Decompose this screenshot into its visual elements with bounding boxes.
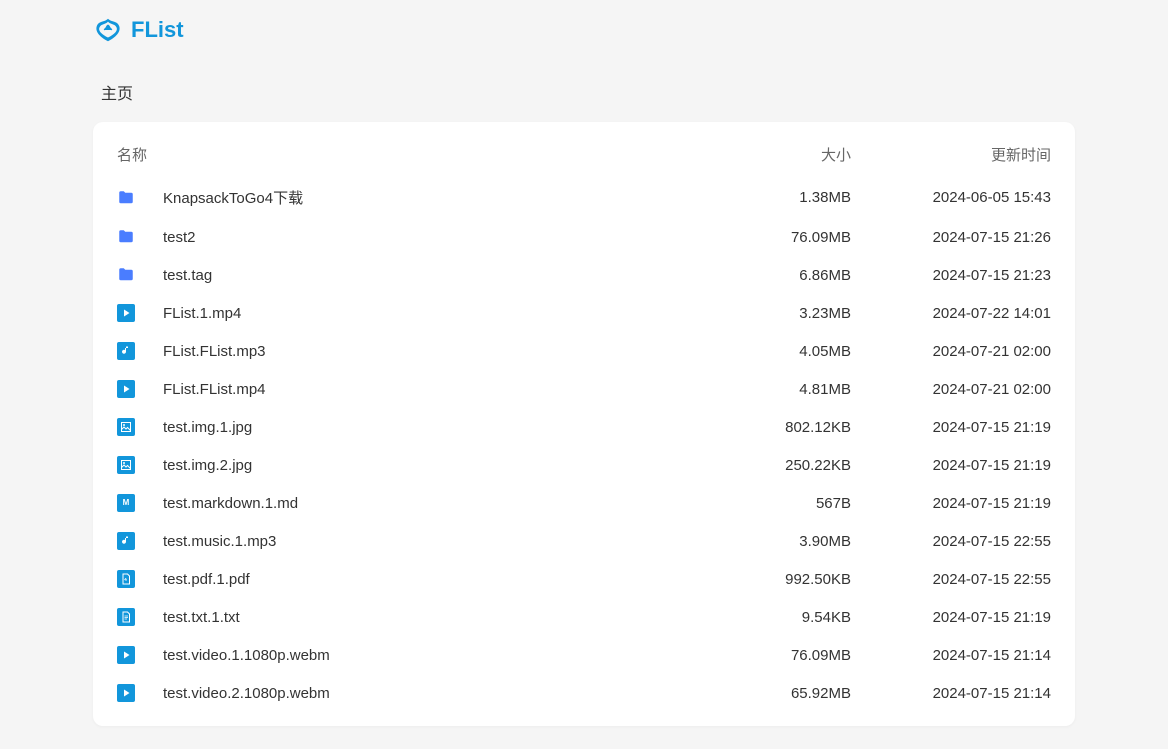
file-name: KnapsackToGo4下载 bbox=[163, 187, 303, 208]
file-size: 76.09MB bbox=[691, 647, 851, 664]
file-row[interactable]: FList.FList.mp3 4.05MB2024-07-21 02:00 bbox=[117, 332, 1051, 370]
header-time[interactable]: 更新时间 bbox=[851, 144, 1051, 165]
file-size: 250.22KB bbox=[691, 457, 851, 474]
file-size: 9.54KB bbox=[691, 609, 851, 626]
pdf-icon bbox=[117, 570, 135, 588]
file-size: 3.90MB bbox=[691, 533, 851, 550]
file-name: FList.1.mp4 bbox=[163, 305, 241, 322]
file-name: test.img.2.jpg bbox=[163, 457, 252, 474]
folder-icon bbox=[117, 189, 135, 207]
file-time: 2024-07-15 21:19 bbox=[851, 419, 1051, 436]
file-name: FList.FList.mp3 bbox=[163, 343, 266, 360]
file-row[interactable]: FList.FList.mp4 4.81MB2024-07-21 02:00 bbox=[117, 370, 1051, 408]
video-icon bbox=[117, 646, 135, 664]
file-size: 4.05MB bbox=[691, 343, 851, 360]
file-name: FList.FList.mp4 bbox=[163, 381, 266, 398]
file-row[interactable]: test.video.2.1080p.webm 65.92MB2024-07-15… bbox=[117, 674, 1051, 712]
file-size: 1.38MB bbox=[691, 189, 851, 206]
txt-icon bbox=[117, 608, 135, 626]
file-row[interactable]: KnapsackToGo4下载 1.38MB2024-06-05 15:43 bbox=[117, 177, 1051, 218]
breadcrumb[interactable]: 主页 bbox=[93, 80, 1075, 104]
file-row[interactable]: test.pdf.1.pdf 992.50KB2024-07-15 22:55 bbox=[117, 560, 1051, 598]
file-row[interactable]: test.img.2.jpg 250.22KB2024-07-15 21:19 bbox=[117, 446, 1051, 484]
video-icon bbox=[117, 304, 135, 322]
app-title: FList bbox=[131, 17, 184, 43]
file-time: 2024-07-15 21:14 bbox=[851, 647, 1051, 664]
file-row[interactable]: test2 76.09MB2024-07-15 21:26 bbox=[117, 218, 1051, 256]
audio-icon bbox=[117, 532, 135, 550]
file-size: 65.92MB bbox=[691, 685, 851, 702]
file-name: test.tag bbox=[163, 267, 212, 284]
file-time: 2024-07-21 02:00 bbox=[851, 343, 1051, 360]
image-icon bbox=[117, 456, 135, 474]
file-name: test.pdf.1.pdf bbox=[163, 571, 250, 588]
file-row[interactable]: test.txt.1.txt 9.54KB2024-07-15 21:19 bbox=[117, 598, 1051, 636]
header-size[interactable]: 大小 bbox=[691, 144, 851, 165]
file-name: test2 bbox=[163, 229, 196, 246]
file-row[interactable]: Mtest.markdown.1.md 567B2024-07-15 21:19 bbox=[117, 484, 1051, 522]
file-row[interactable]: test.music.1.mp3 3.90MB2024-07-15 22:55 bbox=[117, 522, 1051, 560]
file-list: KnapsackToGo4下载 1.38MB2024-06-05 15:43 tes… bbox=[117, 177, 1051, 712]
file-size: 76.09MB bbox=[691, 229, 851, 246]
folder-icon bbox=[117, 266, 135, 284]
file-row[interactable]: test.img.1.jpg 802.12KB2024-07-15 21:19 bbox=[117, 408, 1051, 446]
file-time: 2024-07-15 21:19 bbox=[851, 609, 1051, 626]
file-time: 2024-07-15 21:19 bbox=[851, 457, 1051, 474]
file-time: 2024-07-21 02:00 bbox=[851, 381, 1051, 398]
file-time: 2024-07-15 22:55 bbox=[851, 533, 1051, 550]
file-name: test.music.1.mp3 bbox=[163, 533, 276, 550]
file-time: 2024-07-15 21:26 bbox=[851, 229, 1051, 246]
file-panel: 名称 大小 更新时间 KnapsackToGo4下载 1.38MB2024-06-… bbox=[93, 122, 1075, 726]
file-size: 6.86MB bbox=[691, 267, 851, 284]
folder-icon bbox=[117, 228, 135, 246]
file-size: 3.23MB bbox=[691, 305, 851, 322]
logo-icon bbox=[93, 16, 123, 44]
table-header: 名称 大小 更新时间 bbox=[117, 136, 1051, 177]
file-name: test.markdown.1.md bbox=[163, 495, 298, 512]
file-time: 2024-07-22 14:01 bbox=[851, 305, 1051, 322]
video-icon bbox=[117, 684, 135, 702]
file-row[interactable]: FList.1.mp4 3.23MB2024-07-22 14:01 bbox=[117, 294, 1051, 332]
file-size: 992.50KB bbox=[691, 571, 851, 588]
file-size: 4.81MB bbox=[691, 381, 851, 398]
file-row[interactable]: test.tag 6.86MB2024-07-15 21:23 bbox=[117, 256, 1051, 294]
file-name: test.video.1.1080p.webm bbox=[163, 647, 330, 664]
file-name: test.img.1.jpg bbox=[163, 419, 252, 436]
file-size: 567B bbox=[691, 495, 851, 512]
file-time: 2024-06-05 15:43 bbox=[851, 189, 1051, 206]
video-icon bbox=[117, 380, 135, 398]
file-row[interactable]: test.video.1.1080p.webm 76.09MB2024-07-15… bbox=[117, 636, 1051, 674]
breadcrumb-home[interactable]: 主页 bbox=[101, 86, 133, 103]
audio-icon bbox=[117, 342, 135, 360]
file-name: test.video.2.1080p.webm bbox=[163, 685, 330, 702]
file-time: 2024-07-15 21:14 bbox=[851, 685, 1051, 702]
markdown-icon: M bbox=[117, 494, 135, 512]
image-icon bbox=[117, 418, 135, 436]
file-name: test.txt.1.txt bbox=[163, 609, 240, 626]
file-time: 2024-07-15 22:55 bbox=[851, 571, 1051, 588]
file-size: 802.12KB bbox=[691, 419, 851, 436]
file-time: 2024-07-15 21:19 bbox=[851, 495, 1051, 512]
file-time: 2024-07-15 21:23 bbox=[851, 267, 1051, 284]
header-name[interactable]: 名称 bbox=[117, 144, 691, 165]
app-header: FList bbox=[93, 16, 1075, 44]
